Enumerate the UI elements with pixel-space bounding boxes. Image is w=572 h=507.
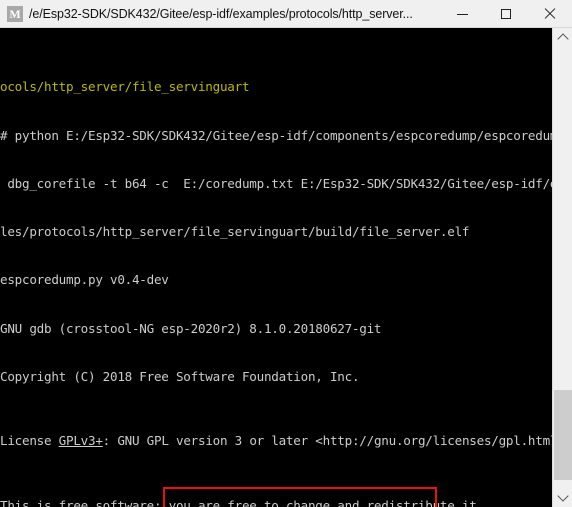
maximize-icon xyxy=(484,0,528,28)
terminal-line: This is free software: you are free to c… xyxy=(0,497,484,507)
terminal-window: M /e/Esp32-SDK/SDK432/Gitee/esp-idf/exam… xyxy=(0,0,572,507)
terminal-line: espcoredump.py v0.4-dev xyxy=(0,272,169,288)
license-link[interactable]: GPLv3+ xyxy=(59,433,103,448)
close-button[interactable] xyxy=(528,0,572,28)
terminal-line-license: License GPLv3+: GNU GPL version 3 or lat… xyxy=(0,433,552,449)
scrollbar-thumb[interactable] xyxy=(554,390,572,480)
vertical-scrollbar[interactable] xyxy=(552,28,572,507)
close-icon xyxy=(528,0,572,28)
window-controls xyxy=(440,0,572,28)
terminal-output[interactable]: ocols/http_server/file_servinguart # pyt… xyxy=(0,28,552,507)
maximize-button[interactable] xyxy=(484,0,528,28)
scroll-down-button[interactable] xyxy=(553,488,572,507)
terminal-line: # python E:/Esp32-SDK/SDK432/Gitee/esp-i… xyxy=(0,127,552,143)
license-suffix: : GNU GPL version 3 or later <http://gnu… xyxy=(102,433,552,449)
window-title: /e/Esp32-SDK/SDK432/Gitee/esp-idf/exampl… xyxy=(29,6,413,21)
minimize-button[interactable] xyxy=(440,0,484,28)
terminal-line-list: ocols/http_server/file_servinguart # pyt… xyxy=(0,31,552,507)
chevron-down-icon xyxy=(556,490,569,502)
license-prefix: License xyxy=(0,433,59,449)
terminal-line: dbg_corefile -t b64 -c E:/coredump.txt E… xyxy=(0,175,552,191)
terminal-line: les/protocols/http_server/file_servingua… xyxy=(0,224,470,240)
title-bar: M /e/Esp32-SDK/SDK432/Gitee/esp-idf/exam… xyxy=(0,0,572,28)
msys2-logo-icon: M xyxy=(7,5,23,22)
chevron-up-icon xyxy=(556,33,569,45)
scroll-up-button[interactable] xyxy=(553,28,572,47)
terminal-line: ocols/http_server/file_servinguart xyxy=(0,79,250,95)
terminal-line: GNU gdb (crosstool-NG esp-2020r2) 8.1.0.… xyxy=(0,320,382,336)
terminal-line: Copyright (C) 2018 Free Software Foundat… xyxy=(0,368,360,384)
minimize-icon xyxy=(440,0,484,28)
